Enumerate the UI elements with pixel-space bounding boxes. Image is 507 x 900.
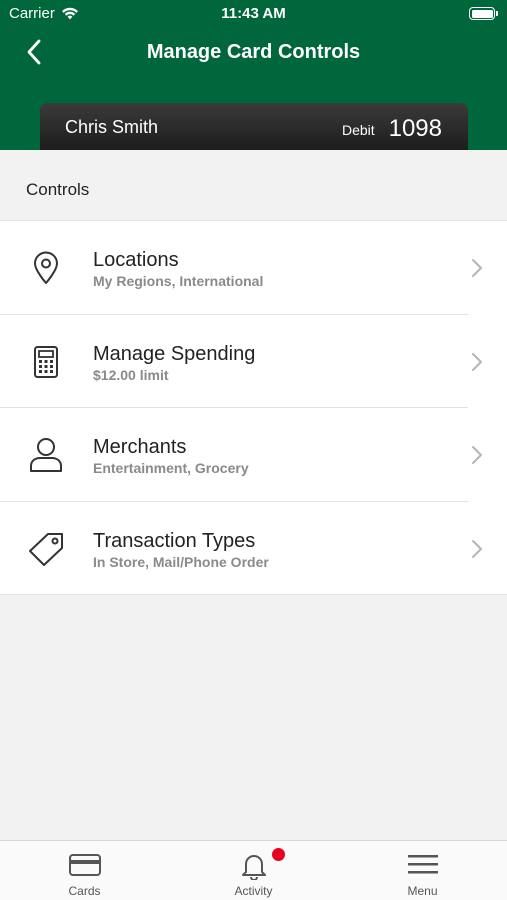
card-last-four: 1098 bbox=[388, 115, 442, 142]
battery-icon bbox=[469, 7, 498, 20]
tag-icon bbox=[25, 531, 67, 567]
chevron-right-icon bbox=[472, 259, 482, 277]
status-bar: Carrier 11:43 AM bbox=[0, 0, 507, 28]
page-title: Manage Card Controls bbox=[146, 41, 361, 63]
list-item-manage-spending[interactable]: Manage Spending $12.00 limit bbox=[0, 314, 507, 408]
list-item-transaction-types[interactable]: Transaction Types In Store, Mail/Phone O… bbox=[0, 501, 507, 595]
list-item-subtitle: $12.00 limit bbox=[93, 366, 169, 383]
status-time: 11:43 AM bbox=[221, 5, 286, 22]
list-item-subtitle: In Store, Mail/Phone Order bbox=[93, 553, 269, 570]
tab-label: Cards bbox=[68, 884, 101, 898]
tab-menu[interactable]: Menu bbox=[338, 841, 507, 900]
list-item-title: Merchants bbox=[93, 436, 187, 458]
section-label: Controls bbox=[26, 180, 90, 199]
header: Carrier 11:43 AM Manage Card Controls Ch… bbox=[0, 0, 507, 150]
list-item-subtitle: Entertainment, Grocery bbox=[93, 460, 249, 476]
card-type: Debit bbox=[342, 122, 375, 138]
hamburger-menu-icon bbox=[338, 852, 507, 880]
list-item-title: Transaction Types bbox=[93, 529, 256, 552]
bell-icon bbox=[169, 852, 338, 880]
tab-cards[interactable]: Cards bbox=[0, 841, 169, 900]
list-item-merchants[interactable]: Merchants Entertainment, Grocery bbox=[0, 408, 507, 502]
tab-label: Menu bbox=[407, 884, 438, 898]
list-item-locations[interactable]: Locations My Regions, International bbox=[0, 221, 507, 315]
controls-list: Locations My Regions, International Mana… bbox=[0, 221, 507, 595]
chevron-right-icon bbox=[472, 352, 482, 371]
location-pin-icon bbox=[25, 250, 67, 286]
notification-badge bbox=[272, 848, 285, 861]
chevron-right-icon bbox=[472, 539, 482, 558]
list-item-subtitle: My Regions, International bbox=[93, 273, 264, 289]
person-icon bbox=[25, 437, 67, 473]
tab-bar: Cards Activity Menu bbox=[0, 840, 507, 900]
divider bbox=[0, 594, 507, 595]
calculator-icon bbox=[25, 344, 67, 380]
card-holder-name: Chris Smith bbox=[65, 117, 159, 137]
chevron-right-icon bbox=[472, 446, 482, 464]
debit-card[interactable]: Chris Smith Debit 1098 bbox=[40, 103, 468, 150]
tab-label: Activity bbox=[234, 884, 273, 898]
card-icon bbox=[0, 852, 169, 880]
tab-activity[interactable]: Activity bbox=[169, 841, 338, 900]
list-item-title: Manage Spending bbox=[93, 342, 256, 365]
list-item-title: Locations bbox=[93, 249, 179, 271]
